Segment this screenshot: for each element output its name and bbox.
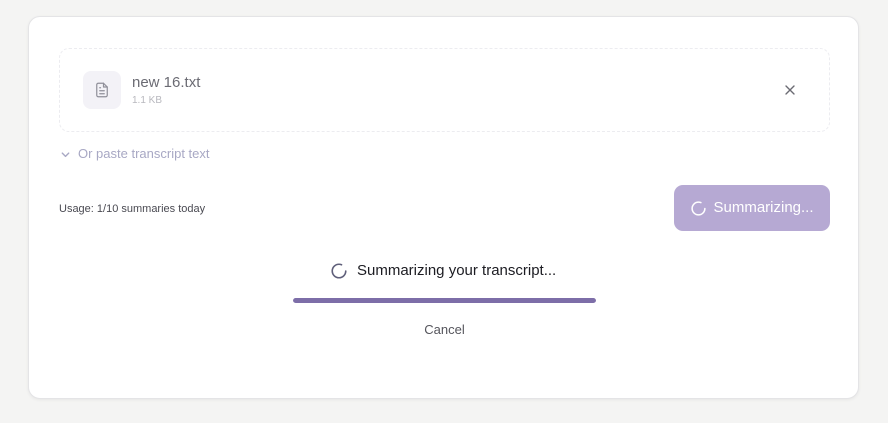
remove-file-button[interactable] <box>781 81 799 99</box>
progress-status-text: Summarizing your transcript... <box>357 262 557 279</box>
summarize-button-label: Summarizing... <box>713 199 814 216</box>
paste-transcript-label: Or paste transcript text <box>78 146 210 161</box>
uploaded-file: new 16.txt 1.1 KB <box>59 48 830 132</box>
summarizer-card: new 16.txt 1.1 KB Or paste transcript te… <box>28 16 859 399</box>
progress-bar <box>293 298 596 303</box>
document-icon <box>83 71 121 109</box>
chevron-down-icon <box>61 151 70 157</box>
file-name: new 16.txt <box>132 74 201 91</box>
close-icon <box>785 85 795 95</box>
usage-text: Usage: 1/10 summaries today <box>59 203 206 215</box>
paste-transcript-toggle[interactable]: Or paste transcript text <box>60 146 210 162</box>
progress-bar-fill <box>293 298 596 303</box>
file-size: 1.1 KB <box>132 95 163 106</box>
spinner-icon <box>691 200 707 216</box>
spinner-icon <box>331 263 347 279</box>
cancel-button[interactable]: Cancel <box>29 322 860 338</box>
progress-status: Summarizing your transcript... <box>330 262 556 280</box>
summarize-button[interactable]: Summarizing... <box>674 185 830 231</box>
